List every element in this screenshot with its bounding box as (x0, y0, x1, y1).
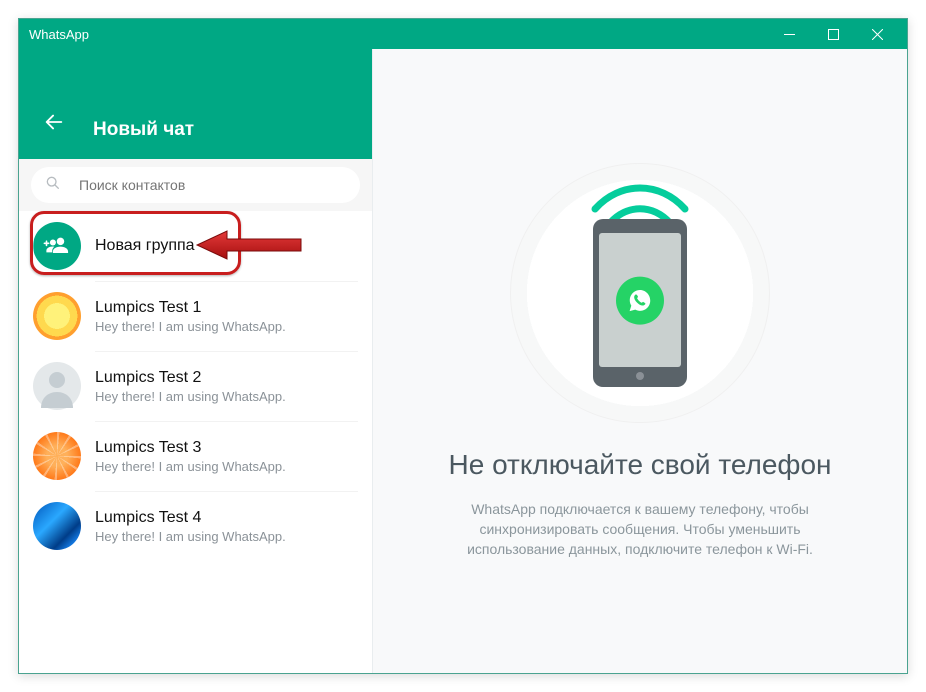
close-button[interactable] (855, 19, 899, 49)
contact-item[interactable]: Lumpics Test 1 Hey there! I am using Wha… (19, 281, 372, 351)
welcome-panel: Не отключайте свой телефон WhatsApp подк… (373, 49, 907, 673)
titlebar: WhatsApp (19, 19, 907, 49)
contact-status: Hey there! I am using WhatsApp. (95, 529, 358, 544)
left-panel: Новый чат Новая группа (19, 49, 373, 673)
group-icon (33, 222, 81, 270)
window-title: WhatsApp (29, 27, 767, 42)
avatar (33, 362, 81, 410)
contact-name: Lumpics Test 4 (95, 509, 358, 527)
illustration (510, 163, 770, 423)
new-group-label: Новая группа (95, 237, 358, 255)
search-container (19, 159, 372, 211)
welcome-description: WhatsApp подключается к вашему телефону,… (430, 499, 850, 560)
search-input[interactable] (79, 177, 346, 193)
whatsapp-logo-icon (616, 277, 664, 325)
panel-header: Новый чат (19, 49, 372, 159)
search-icon (45, 175, 61, 196)
contact-name: Lumpics Test 1 (95, 299, 358, 317)
new-group-item[interactable]: Новая группа (19, 211, 372, 281)
avatar (33, 292, 81, 340)
contact-name: Lumpics Test 3 (95, 439, 358, 457)
maximize-button[interactable] (811, 19, 855, 49)
panel-title: Новый чат (93, 119, 194, 141)
search-field[interactable] (31, 167, 360, 203)
contact-status: Hey there! I am using WhatsApp. (95, 459, 358, 474)
avatar (33, 432, 81, 480)
window-controls (767, 19, 899, 49)
avatar (33, 502, 81, 550)
contact-item[interactable]: Lumpics Test 3 Hey there! I am using Wha… (19, 421, 372, 491)
contact-name: Lumpics Test 2 (95, 369, 358, 387)
contact-item[interactable]: Lumpics Test 4 Hey there! I am using Wha… (19, 491, 372, 561)
contact-status: Hey there! I am using WhatsApp. (95, 389, 358, 404)
minimize-button[interactable] (767, 19, 811, 49)
contact-status: Hey there! I am using WhatsApp. (95, 319, 358, 334)
contact-item[interactable]: Lumpics Test 2 Hey there! I am using Wha… (19, 351, 372, 421)
contact-list: Новая группа Lumpics Test 1 Hey there! I… (19, 211, 372, 673)
back-icon[interactable] (43, 111, 65, 141)
welcome-heading: Не отключайте свой телефон (449, 449, 832, 481)
app-window: WhatsApp Новый чат (18, 18, 908, 674)
